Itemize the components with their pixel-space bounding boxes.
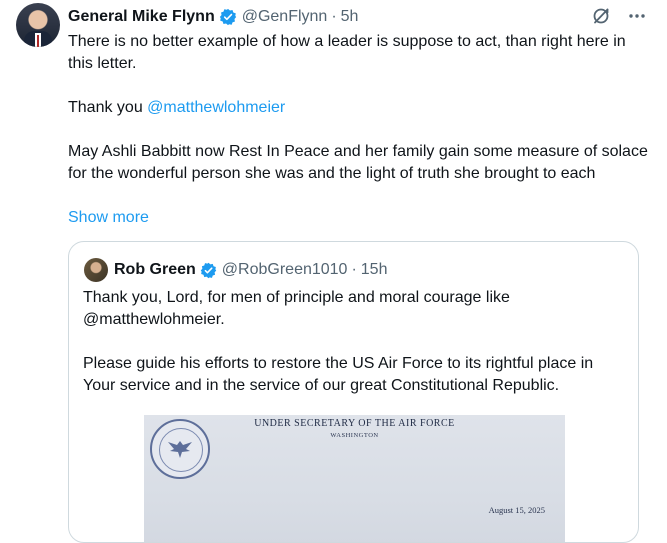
letter-title: UNDER SECRETARY OF THE AIR FORCE — [254, 418, 455, 429]
quote-author-name[interactable]: Rob Green — [114, 261, 196, 279]
author-handle[interactable]: @GenFlynn — [242, 8, 328, 26]
letter-image[interactable]: UNDER SECRETARY OF THE AIR FORCE WASHING… — [144, 415, 565, 542]
quote-paragraph-2: Please guide his efforts to restore the … — [83, 355, 594, 394]
quote-body: Thank you, Lord, for men of principle an… — [83, 287, 628, 397]
letter-subtitle: WASHINGTON — [330, 432, 379, 439]
mention-link[interactable]: @matthewlohmeier — [147, 99, 285, 116]
tweet-header: General Mike Flynn @GenFlynn · 5h — [68, 6, 358, 28]
eagle-icon — [168, 441, 192, 458]
tweet-paragraph-1: There is no better example of how a lead… — [68, 33, 626, 72]
timestamp[interactable]: 5h — [341, 8, 359, 26]
quote-author-handle[interactable]: @RobGreen1010 — [222, 261, 348, 279]
grok-icon[interactable] — [591, 6, 611, 26]
letter-date: August 15, 2025 — [488, 505, 545, 515]
tweet-actions — [591, 6, 647, 26]
quote-timestamp[interactable]: 15h — [361, 261, 388, 279]
quoted-tweet[interactable]: Rob Green @RobGreen1010 · 15h Thank you,… — [68, 241, 639, 543]
avatar-tie — [37, 35, 39, 47]
separator-dot: · — [351, 261, 357, 278]
separator-dot: · — [331, 8, 337, 25]
quote-author-avatar[interactable] — [84, 258, 108, 282]
author-name[interactable]: General Mike Flynn — [68, 8, 215, 26]
tweet-paragraph-3: May Ashli Babbitt now Rest In Peace and … — [68, 143, 648, 182]
verified-badge-icon — [219, 8, 236, 26]
author-avatar[interactable] — [16, 3, 60, 47]
quote-header: Rob Green @RobGreen1010 · 15h — [114, 259, 387, 281]
verified-badge-icon — [200, 262, 217, 278]
show-more-link[interactable]: Show more — [68, 207, 149, 229]
thanks-text: Thank you — [68, 99, 148, 116]
tweet-body: There is no better example of how a lead… — [68, 31, 648, 185]
quote-paragraph-1: Thank you, Lord, for men of principle an… — [83, 289, 510, 328]
more-icon[interactable] — [627, 6, 647, 26]
tweet-paragraph-2: Thank you @matthewlohmeier — [68, 97, 648, 119]
